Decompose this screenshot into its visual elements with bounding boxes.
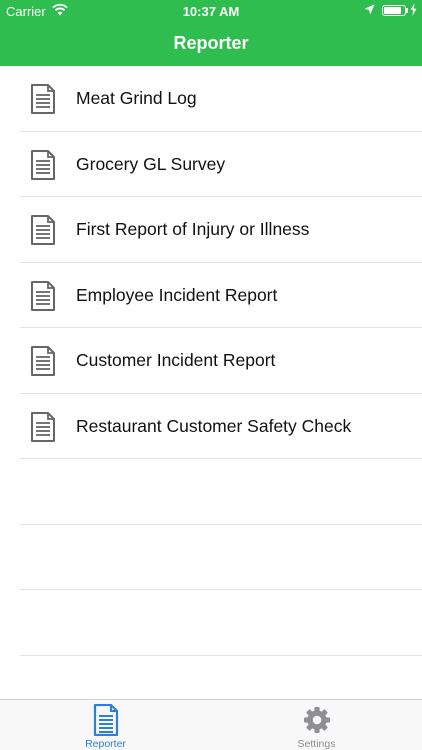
document-icon bbox=[31, 84, 55, 114]
document-icon bbox=[93, 704, 118, 736]
empty-row bbox=[0, 590, 422, 656]
document-icon bbox=[31, 346, 55, 376]
list-item[interactable]: Restaurant Customer Safety Check bbox=[0, 394, 422, 460]
status-bar: Carrier 10:37 AM bbox=[0, 0, 422, 22]
list-item[interactable]: Grocery GL Survey bbox=[0, 132, 422, 198]
tab-reporter-label: Reporter bbox=[85, 738, 126, 750]
list-item[interactable]: Meat Grind Log bbox=[0, 66, 422, 132]
empty-row bbox=[0, 525, 422, 591]
gear-icon bbox=[303, 707, 330, 733]
list-item[interactable]: First Report of Injury or Illness bbox=[0, 197, 422, 263]
document-icon bbox=[31, 280, 55, 311]
list-item-label: Restaurant Customer Safety Check bbox=[76, 415, 352, 436]
document-icon bbox=[31, 149, 55, 180]
tab-settings[interactable]: Settings bbox=[211, 700, 422, 750]
battery-icon bbox=[382, 5, 406, 16]
list-item[interactable]: Customer Incident Report bbox=[0, 328, 422, 394]
location-arrow-icon bbox=[364, 4, 375, 15]
document-icon bbox=[31, 411, 55, 442]
tab-bar: Reporter Settings bbox=[0, 699, 422, 750]
charging-bolt-icon bbox=[410, 3, 417, 16]
list-item[interactable]: Employee Incident Report bbox=[0, 263, 422, 329]
list-item-label: Customer Incident Report bbox=[76, 350, 276, 370]
list-item-label: Grocery GL Survey bbox=[76, 153, 226, 174]
tab-settings-label: Settings bbox=[297, 738, 336, 750]
battery-level bbox=[384, 7, 401, 14]
empty-row bbox=[0, 459, 422, 525]
navigation-bar: Carrier 10:37 AM Reporter bbox=[0, 0, 422, 66]
report-list: Meat Grind Log Grocery GL Survey First Rep… bbox=[0, 66, 422, 656]
status-time: 10:37 AM bbox=[182, 4, 240, 19]
page-title: Reporter bbox=[173, 33, 249, 53]
list-item-label: Meat Grind Log bbox=[76, 88, 197, 108]
document-icon bbox=[31, 215, 55, 245]
list-item-label: First Report of Injury or Illness bbox=[76, 219, 310, 239]
battery-tip bbox=[406, 8, 408, 13]
tab-reporter[interactable]: Reporter bbox=[0, 700, 211, 750]
list-item-label: Employee Incident Report bbox=[76, 284, 278, 305]
